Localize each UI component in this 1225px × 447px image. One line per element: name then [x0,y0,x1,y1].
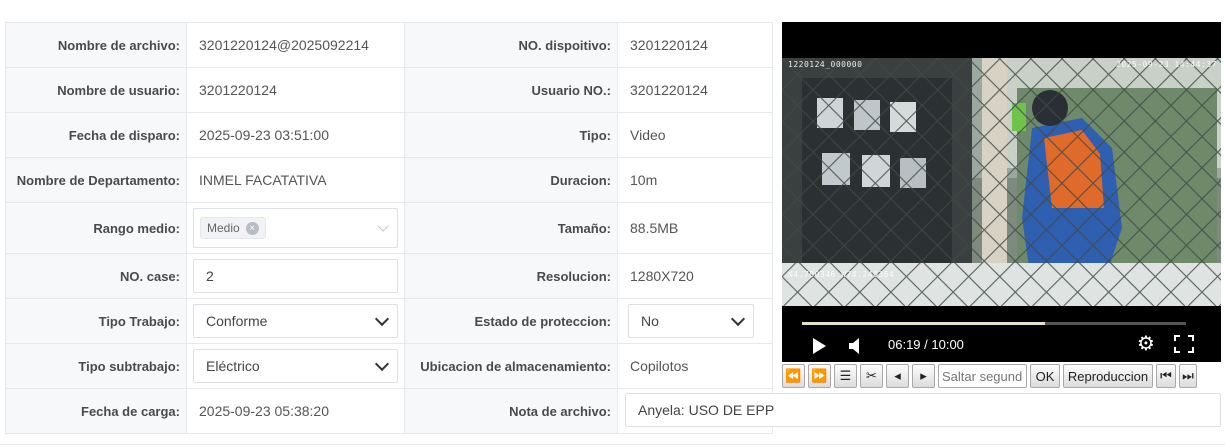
size-label: Tamaño: [404,202,618,254]
duration-value: 10m [630,172,658,188]
playback-button[interactable]: Reproduccion [1063,364,1153,388]
user-name-label: Nombre de usuario: [5,67,187,113]
department-value: INMEL FACATATIVA [199,172,327,188]
frame-back-button[interactable]: ◂ [886,364,909,388]
type-value: Video [630,127,666,143]
list-icon: ☰ [839,368,852,383]
user-no-value: 3201220124 [630,82,708,98]
rewind-button[interactable]: ⏪ [782,364,805,388]
upload-date-value: 2025-09-23 05:38:20 [199,403,329,419]
gear-icon[interactable]: ⚙ [1137,334,1155,354]
volume-icon[interactable] [848,337,864,355]
storage-location-value: Copilotos [630,358,689,374]
player-toolbar: ⏪ ⏩ ☰ ✂ ◂ ▸ OK Reproduccion ⏮ ⏭ [782,364,1224,388]
chevron-down-icon [377,219,389,232]
storage-location-label: Ubicacion de almacenamiento: [404,343,618,389]
device-no-value: 3201220124 [630,37,708,53]
chevron-down-icon [730,311,746,326]
frame-forward-button[interactable]: ▸ [912,364,935,388]
chevron-down-icon [374,311,390,326]
osd-datetime: 2025-09-23 14:44:37 [1115,60,1217,69]
file-note-label: Nota de archivo: [404,388,618,434]
file-name-label: Nombre de archivo: [5,22,187,68]
department-label: Nombre de Departamento: [5,157,187,203]
play-icon[interactable] [813,338,826,354]
media-range-tag: Medio × [200,217,266,239]
device-no-label: NO. dispoitivo: [404,22,618,68]
fast-forward-icon: ⏩ [811,368,828,383]
resolution-value: 1280X720 [630,268,694,284]
skip-end-button[interactable]: ⏭ [1179,364,1197,388]
media-range-tag-label: Medio [207,221,240,235]
upload-date-label: Fecha de carga: [5,388,187,434]
time-display: 06:19 / 10:00 [888,337,964,352]
work-type-label: Tipo Trabajo: [5,298,187,344]
file-name-value: 3201220124@2025092214 [199,37,369,53]
progress-bar[interactable] [802,322,1186,325]
work-type-select[interactable]: Conforme [193,304,398,338]
fullscreen-icon[interactable] [1174,335,1194,353]
work-subtype-select[interactable]: Eléctrico [193,349,398,383]
seek-seconds-field[interactable] [938,364,1027,388]
trigger-date-value: 2025-09-23 03:51:00 [199,127,329,143]
user-name-value: 3201220124 [199,82,277,98]
media-range-label: Rango medio: [5,202,187,254]
case-no-label: NO. case: [5,253,187,299]
player-controls: 06:19 / 10:00 ⚙ [782,328,1221,362]
video-frame-image [782,58,1221,306]
osd-gps: N4.700346 W74.240364 [788,270,895,279]
protection-state-value: No [641,313,659,329]
skip-end-icon: ⏭ [1182,368,1194,383]
trigger-date-label: Fecha de disparo: [5,112,187,158]
list-button[interactable]: ☰ [834,364,857,388]
rewind-icon: ⏪ [785,368,802,383]
duration-label: Duracion: [404,157,618,203]
protection-state-label: Estado de proteccion: [404,298,618,344]
work-subtype-label: Tipo subtrabajo: [5,343,187,389]
ok-button[interactable]: OK [1030,364,1060,388]
frame-back-icon: ◂ [894,368,901,383]
fast-forward-button[interactable]: ⏩ [808,364,831,388]
tag-remove-icon[interactable]: × [245,221,259,235]
protection-state-select[interactable]: No [628,304,754,338]
size-value: 88.5MB [630,220,679,236]
file-details-table: Nombre de archivo: 3201220124@2025092214… [5,22,773,434]
bottom-divider [0,444,1225,445]
video-player[interactable]: 1220124_000000 2025-09-23 14:44:37 N4.70… [782,22,1221,362]
skip-start-button[interactable]: ⏮ [1156,364,1176,388]
work-type-value: Conforme [206,313,268,329]
skip-start-icon: ⏮ [1160,368,1172,383]
chevron-down-icon [374,356,390,371]
osd-device-id: 1220124_000000 [788,60,863,69]
work-subtype-value: Eléctrico [206,358,260,374]
progress-fill [802,322,1045,325]
type-label: Tipo: [404,112,618,158]
scissors-icon: ✂ [866,368,877,383]
clip-button[interactable]: ✂ [860,364,883,388]
media-range-select[interactable]: Medio × [193,208,398,248]
frame-forward-icon: ▸ [920,368,927,383]
user-no-label: Usuario NO.: [404,67,618,113]
file-note-input[interactable]: Anyela: USO DE EPP [625,393,1221,427]
video-frame[interactable]: 1220124_000000 2025-09-23 14:44:37 N4.70… [782,58,1221,306]
resolution-label: Resolucion: [404,253,618,299]
seek-seconds-input[interactable] [942,368,1023,384]
case-no-input[interactable]: 2 [193,259,398,293]
